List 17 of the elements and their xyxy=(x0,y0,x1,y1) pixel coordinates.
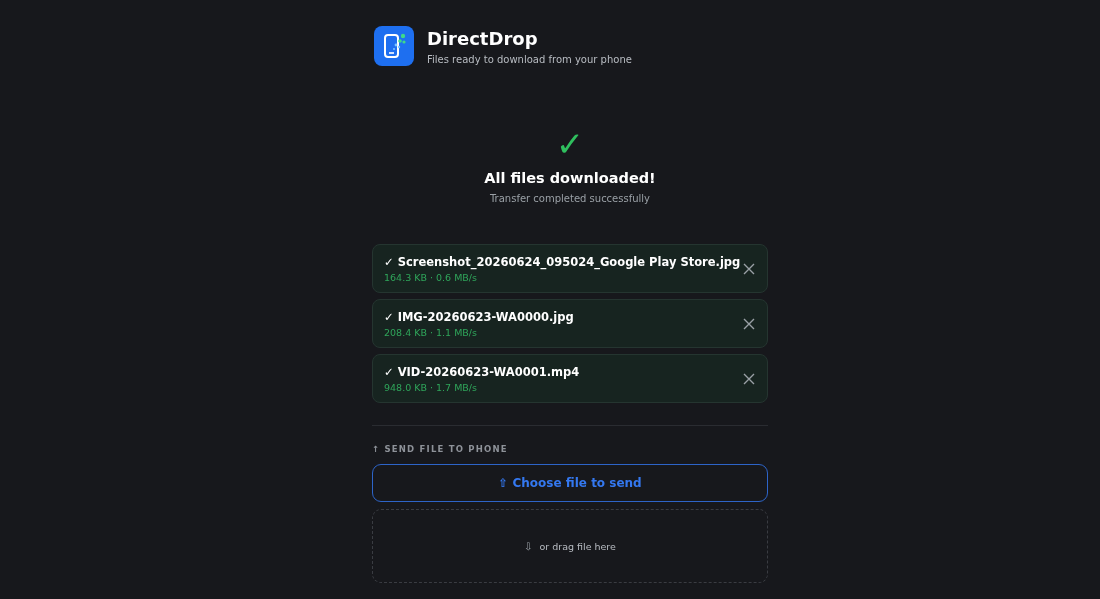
file-meta: 164.3 KB · 0.6 MB/s xyxy=(384,271,478,283)
drop-hint: or drag file here xyxy=(539,540,616,552)
file-meta: 208.4 KB · 1.1 MB/s xyxy=(384,326,478,338)
status-title: All files downloaded! xyxy=(484,170,656,186)
app-title: DirectDrop xyxy=(427,27,539,50)
drop-zone[interactable]: ⇩ or drag file here xyxy=(372,509,768,583)
app-logo-icon xyxy=(374,26,414,66)
file-name: ✓ VID-20260623-WA0001.mp4 xyxy=(384,364,581,379)
download-arrow-icon: ⇩ xyxy=(524,540,533,552)
app-subtitle: Files ready to download from your phone xyxy=(427,53,632,65)
choose-file-button[interactable]: ⇧ Choose file to send xyxy=(372,464,768,502)
status-subtitle: Transfer completed successfully xyxy=(489,193,651,204)
success-check: ✓ xyxy=(555,124,585,164)
file-name: ✓ Screenshot_20260624_095024_Google Play Store.jpg xyxy=(384,254,741,269)
file-name: ✓ IMG-20260623-WA0000.jpg xyxy=(384,309,575,324)
file-meta: 948.0 KB · 1.7 MB/s xyxy=(384,381,478,393)
section-heading: ↑ SEND FILE TO PHONE xyxy=(372,444,509,454)
